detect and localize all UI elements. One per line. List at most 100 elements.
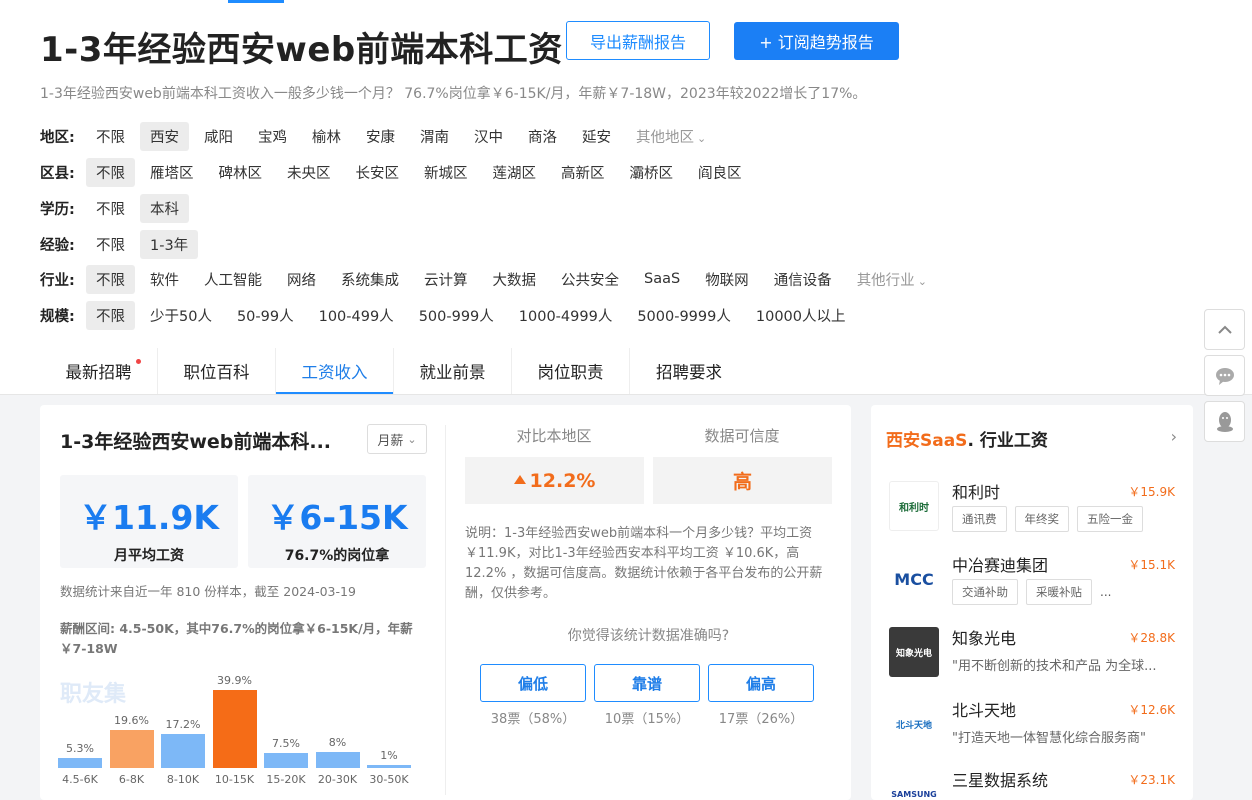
filter-option[interactable]: 50-99人 bbox=[227, 301, 304, 330]
filter-more-dropdown[interactable]: 其他行业 ⌄ bbox=[847, 265, 937, 294]
industry-salary-title[interactable]: 西安SaaS. 行业工资 bbox=[886, 426, 1048, 451]
filter-option[interactable]: 榆林 bbox=[302, 122, 351, 151]
filter-label: 学历: bbox=[40, 201, 75, 218]
industry-salary-card: 西安SaaS. 行业工资 › 和利时 和利时 ￥15.9K 通讯费 年终奖 五险一金 MCC… bbox=[871, 405, 1193, 800]
filter-option[interactable]: 大数据 bbox=[483, 265, 547, 294]
credibility-value-box: 高 bbox=[653, 457, 832, 504]
tab-item[interactable]: 工资收入 bbox=[276, 348, 394, 394]
tab-label: 职位百科 bbox=[183, 363, 250, 382]
tab-item[interactable]: 岗位职责 bbox=[512, 348, 630, 394]
avg-salary-box: ￥11.9K 月平均工资 bbox=[60, 475, 238, 568]
company-item[interactable]: 知象光电 知象光电 ￥28.8K "用不断创新的技术和产品 为全球... bbox=[889, 623, 1179, 685]
filter-option[interactable]: 长安区 bbox=[346, 158, 410, 187]
period-select-value: 月薪 bbox=[377, 433, 404, 449]
filter-option[interactable]: 渭南 bbox=[410, 122, 459, 151]
filter-option[interactable]: 延安 bbox=[572, 122, 621, 151]
filter-option[interactable]: 宝鸡 bbox=[248, 122, 297, 151]
filter-option[interactable]: 本科 bbox=[140, 193, 189, 223]
company-item[interactable]: SAMSUNG 三星数据系统 ￥23.1K bbox=[889, 765, 1179, 800]
chart-value-label: 1% bbox=[380, 749, 398, 762]
vote-low-button[interactable]: 偏低 bbox=[480, 664, 586, 702]
qq-icon[interactable] bbox=[1204, 401, 1245, 442]
filter-option[interactable]: 莲湖区 bbox=[483, 158, 547, 187]
avg-salary-value: ￥11.9K bbox=[79, 498, 219, 537]
chevron-right-icon[interactable]: › bbox=[1171, 427, 1177, 446]
filter-option[interactable]: 系统集成 bbox=[331, 265, 409, 294]
company-item[interactable]: MCC 中冶赛迪集团 ￥15.1K 交通补助 采暖补贴... bbox=[889, 550, 1179, 612]
filter-option[interactable]: 碑林区 bbox=[209, 158, 273, 187]
filter-label: 行业: bbox=[40, 272, 75, 289]
filter-option[interactable]: SaaS bbox=[634, 267, 690, 291]
credibility-value: 高 bbox=[732, 471, 752, 493]
filter-option[interactable]: 少于50人 bbox=[140, 301, 222, 330]
chart-value-label: 5.3% bbox=[66, 741, 94, 755]
filter-option[interactable]: 不限 bbox=[86, 230, 135, 259]
tab-item[interactable]: 职位百科 bbox=[158, 348, 276, 394]
explain-text: 说明：1-3年经验西安web前端本科一个月多少钱？平均工资￥11.9K，对比1-… bbox=[465, 526, 823, 601]
filter-option[interactable]: 不限 bbox=[86, 157, 135, 187]
tab-bar: 最新招聘 职位百科 工资收入 就业前景 岗位职责 招聘要求 bbox=[40, 348, 748, 394]
filter-option[interactable]: 商洛 bbox=[518, 122, 567, 151]
filter-option[interactable]: 5000-9999人 bbox=[627, 301, 741, 330]
chart-value-label: 39.9% bbox=[217, 674, 252, 688]
period-select[interactable]: 月薪 ⌄ bbox=[367, 424, 427, 454]
filter-row: 经验: 不限 1-3年 bbox=[40, 229, 203, 259]
benefit-tag: 采暖补贴 bbox=[1026, 579, 1092, 605]
new-dot-badge bbox=[136, 359, 141, 364]
filter-option[interactable]: 灞桥区 bbox=[620, 158, 684, 187]
chart-category-label: 15-20K bbox=[266, 773, 306, 786]
subscribe-report-button[interactable]: + 订阅趋势报告 bbox=[734, 22, 899, 60]
filter-option[interactable]: 阎良区 bbox=[688, 158, 752, 187]
filter-option[interactable]: 1-3年 bbox=[140, 229, 199, 259]
filter-option[interactable]: 新城区 bbox=[414, 158, 478, 187]
vote-accurate-button[interactable]: 靠谱 bbox=[594, 664, 700, 702]
filter-option[interactable]: 500-999人 bbox=[409, 301, 504, 330]
vote-accurate-count: 10票（15%） bbox=[604, 712, 690, 727]
filter-option[interactable]: 高新区 bbox=[551, 158, 615, 187]
filter-option[interactable]: 公共安全 bbox=[551, 265, 629, 294]
company-item[interactable]: 和利时 和利时 ￥15.9K 通讯费 年终奖 五险一金 bbox=[889, 477, 1179, 539]
benefit-tag: 通讯费 bbox=[952, 506, 1007, 532]
chat-icon[interactable] bbox=[1204, 355, 1245, 396]
avg-salary-label: 月平均工资 bbox=[114, 548, 184, 564]
filter-more-dropdown[interactable]: 其他地区 ⌄ bbox=[626, 122, 716, 151]
filter-label: 经验: bbox=[40, 237, 75, 254]
filter-option[interactable]: 不限 bbox=[86, 264, 135, 294]
filter-option[interactable]: 软件 bbox=[140, 265, 189, 294]
company-salary: ￥28.8K bbox=[1128, 631, 1175, 645]
filter-option[interactable]: 未央区 bbox=[277, 158, 341, 187]
company-item[interactable]: 北斗天地 北斗天地 ￥12.6K "打造天地一体智慧化综合服务商" bbox=[889, 695, 1179, 757]
vote-high-button[interactable]: 偏高 bbox=[708, 664, 814, 702]
filter-option[interactable]: 10000人以上 bbox=[746, 301, 856, 330]
salary-distribution-chart: 5.3% 4.5-6K 19.6% 6-8K 17.2% 8-10K 39.9% 10-15K… bbox=[54, 670, 424, 790]
filter-option[interactable]: 不限 bbox=[86, 300, 135, 330]
filter-option[interactable]: 100-499人 bbox=[309, 301, 404, 330]
chevron-up-icon[interactable] bbox=[1204, 309, 1245, 350]
tab-item[interactable]: 最新招聘 bbox=[40, 348, 158, 394]
filter-option[interactable]: 云计算 bbox=[414, 265, 478, 294]
company-logo: 和利时 bbox=[889, 481, 939, 531]
filter-option[interactable]: 不限 bbox=[86, 194, 135, 223]
export-report-button[interactable]: 导出薪酬报告 bbox=[566, 21, 710, 60]
tab-label: 最新招聘 bbox=[65, 363, 132, 382]
filter-option[interactable]: 通信设备 bbox=[764, 265, 842, 294]
filter-option[interactable]: 网络 bbox=[277, 265, 326, 294]
filter-option[interactable]: 人工智能 bbox=[194, 265, 272, 294]
compare-label: 对比本地区 bbox=[516, 427, 592, 445]
chart-category-label: 10-15K bbox=[214, 773, 255, 786]
chevron-down-icon: ⌄ bbox=[697, 131, 707, 145]
filter-row: 地区: 不限 西安 咸阳 宝鸡 榆林 安康 渭南 汉中 商洛 延安 其他地区 ⌄ bbox=[40, 121, 721, 151]
tab-item[interactable]: 就业前景 bbox=[394, 348, 512, 394]
filter-option[interactable]: 西安 bbox=[140, 121, 189, 151]
filter-option[interactable]: 咸阳 bbox=[194, 122, 243, 151]
chart-category-label: 4.5-6K bbox=[62, 773, 98, 786]
filter-option[interactable]: 不限 bbox=[86, 122, 135, 151]
filter-option[interactable]: 物联网 bbox=[695, 265, 759, 294]
salary-range-value: ￥6-15K bbox=[266, 498, 408, 537]
tab-item[interactable]: 招聘要求 bbox=[630, 348, 748, 394]
filter-option[interactable]: 安康 bbox=[356, 122, 405, 151]
filter-option[interactable]: 雁塔区 bbox=[140, 158, 204, 187]
filter-option[interactable]: 汉中 bbox=[464, 122, 513, 151]
filter-option[interactable]: 1000-4999人 bbox=[509, 301, 623, 330]
tab-label: 就业前景 bbox=[419, 363, 486, 382]
